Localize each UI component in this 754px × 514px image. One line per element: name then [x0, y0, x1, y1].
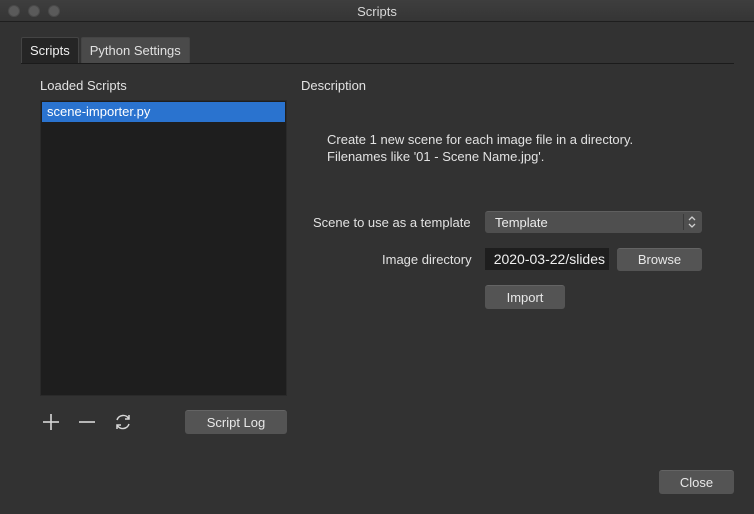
tab-divider	[21, 63, 734, 64]
image-directory-label: Image directory	[382, 252, 472, 267]
script-log-button[interactable]: Script Log	[185, 410, 287, 434]
tab-scripts[interactable]: Scripts	[21, 37, 79, 63]
add-script-button[interactable]	[40, 411, 62, 433]
tab-bar: Scripts Python Settings	[21, 37, 192, 63]
remove-script-button[interactable]	[76, 411, 98, 433]
title-bar: Scripts	[0, 0, 754, 22]
minus-icon	[79, 421, 95, 423]
script-list[interactable]: scene-importer.py	[40, 100, 287, 396]
template-label: Scene to use as a template	[313, 215, 471, 230]
plus-icon	[43, 414, 59, 430]
template-select-value: Template	[495, 215, 548, 230]
template-select[interactable]: Template	[485, 211, 702, 233]
list-item[interactable]: scene-importer.py	[42, 102, 285, 122]
import-button[interactable]: Import	[485, 285, 565, 309]
refresh-icon	[116, 414, 130, 430]
browse-button[interactable]: Browse	[617, 248, 702, 271]
image-directory-field[interactable]: 2020-03-22/slides	[485, 248, 609, 270]
up-down-chevron-icon	[683, 214, 700, 230]
close-button[interactable]: Close	[659, 470, 734, 494]
tab-python-settings[interactable]: Python Settings	[80, 37, 190, 63]
image-directory-value: 2020-03-22/slides	[493, 251, 605, 267]
reload-scripts-button[interactable]	[112, 411, 134, 433]
description-line: Filenames like '01 - Scene Name.jpg'.	[327, 149, 545, 164]
loaded-scripts-heading: Loaded Scripts	[40, 78, 127, 93]
description-heading: Description	[301, 78, 367, 93]
description-line: Create 1 new scene for each image file i…	[327, 132, 634, 147]
script-description: Create 1 new scene for each image file i…	[327, 131, 707, 165]
window-title: Scripts	[357, 4, 397, 19]
